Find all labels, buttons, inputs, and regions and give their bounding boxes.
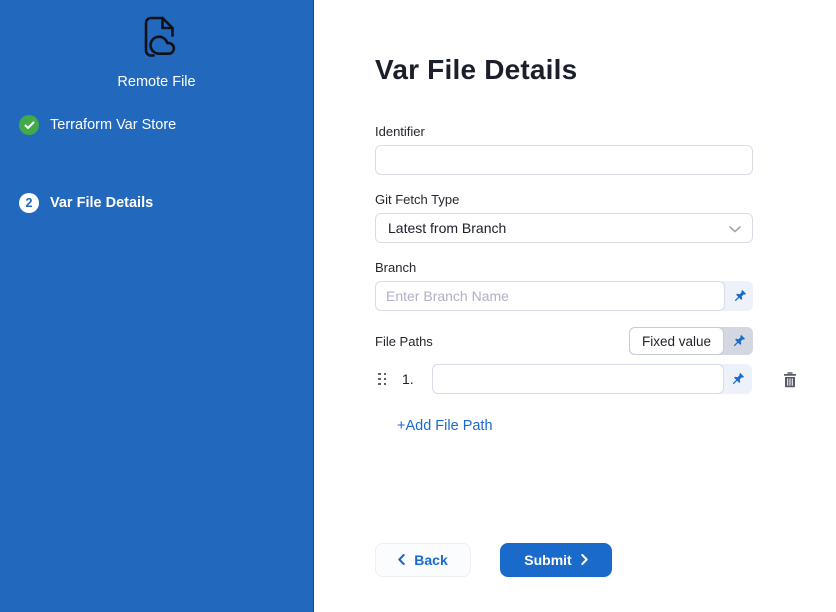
delete-file-path-button[interactable]	[782, 371, 798, 388]
branch-label: Branch	[375, 260, 753, 275]
wizard-sidebar: Remote File Terraform Var Store 2 Var Fi…	[0, 0, 314, 612]
store-type-header: Remote File	[0, 0, 313, 90]
wizard-footer: Back Submit	[375, 543, 753, 577]
trash-icon	[782, 371, 798, 388]
file-paths-input-type-selector[interactable]: Fixed value	[629, 327, 753, 355]
submit-button-label: Submit	[524, 552, 571, 568]
store-type-label: Remote File	[117, 74, 195, 90]
back-button[interactable]: Back	[375, 543, 471, 577]
var-file-details-panel: Var File Details Identifier Git Fetch Ty…	[314, 0, 836, 612]
branch-input[interactable]	[375, 281, 725, 311]
file-path-input[interactable]	[432, 364, 724, 394]
branch-field	[375, 281, 753, 311]
add-file-path-button[interactable]: +Add File Path	[397, 418, 493, 434]
submit-button[interactable]: Submit	[500, 543, 612, 577]
file-paths-label: File Paths	[375, 334, 433, 349]
file-path-row-index: 1.	[402, 371, 414, 387]
file-paths-header: File Paths Fixed value	[375, 327, 753, 355]
file-cloud-icon	[131, 12, 183, 69]
wizard-steps: Terraform Var Store 2 Var File Details	[0, 115, 313, 213]
step-completed-check-icon	[19, 115, 39, 135]
step-label: Terraform Var Store	[50, 117, 176, 133]
var-file-form: Identifier Git Fetch Type Latest from Br…	[375, 124, 753, 577]
git-fetch-type-label: Git Fetch Type	[375, 192, 753, 207]
git-fetch-type-select[interactable]: Latest from Branch	[375, 213, 753, 243]
step-label: Var File Details	[50, 195, 153, 211]
git-fetch-type-value: Latest from Branch	[388, 220, 506, 236]
back-button-label: Back	[414, 552, 447, 568]
step-number-badge: 2	[19, 193, 39, 213]
file-paths-pin-icon[interactable]	[724, 327, 753, 355]
fixed-value-button[interactable]: Fixed value	[629, 327, 724, 355]
step-terraform-var-store[interactable]: Terraform Var Store	[0, 115, 313, 135]
chevron-right-icon	[581, 552, 588, 568]
file-path-pin-icon[interactable]	[724, 364, 752, 394]
var-file-details-dialog: Remote File Terraform Var Store 2 Var Fi…	[0, 0, 836, 612]
step-var-file-details[interactable]: 2 Var File Details	[0, 193, 313, 213]
identifier-input[interactable]	[375, 145, 753, 175]
identifier-label: Identifier	[375, 124, 753, 139]
branch-pin-icon[interactable]	[725, 281, 753, 311]
chevron-left-icon	[398, 552, 405, 568]
file-path-row: 1.	[378, 364, 753, 394]
chevron-down-icon	[729, 220, 741, 236]
drag-handle-icon[interactable]	[378, 373, 386, 386]
file-path-field	[432, 364, 752, 394]
page-title: Var File Details	[375, 54, 836, 86]
